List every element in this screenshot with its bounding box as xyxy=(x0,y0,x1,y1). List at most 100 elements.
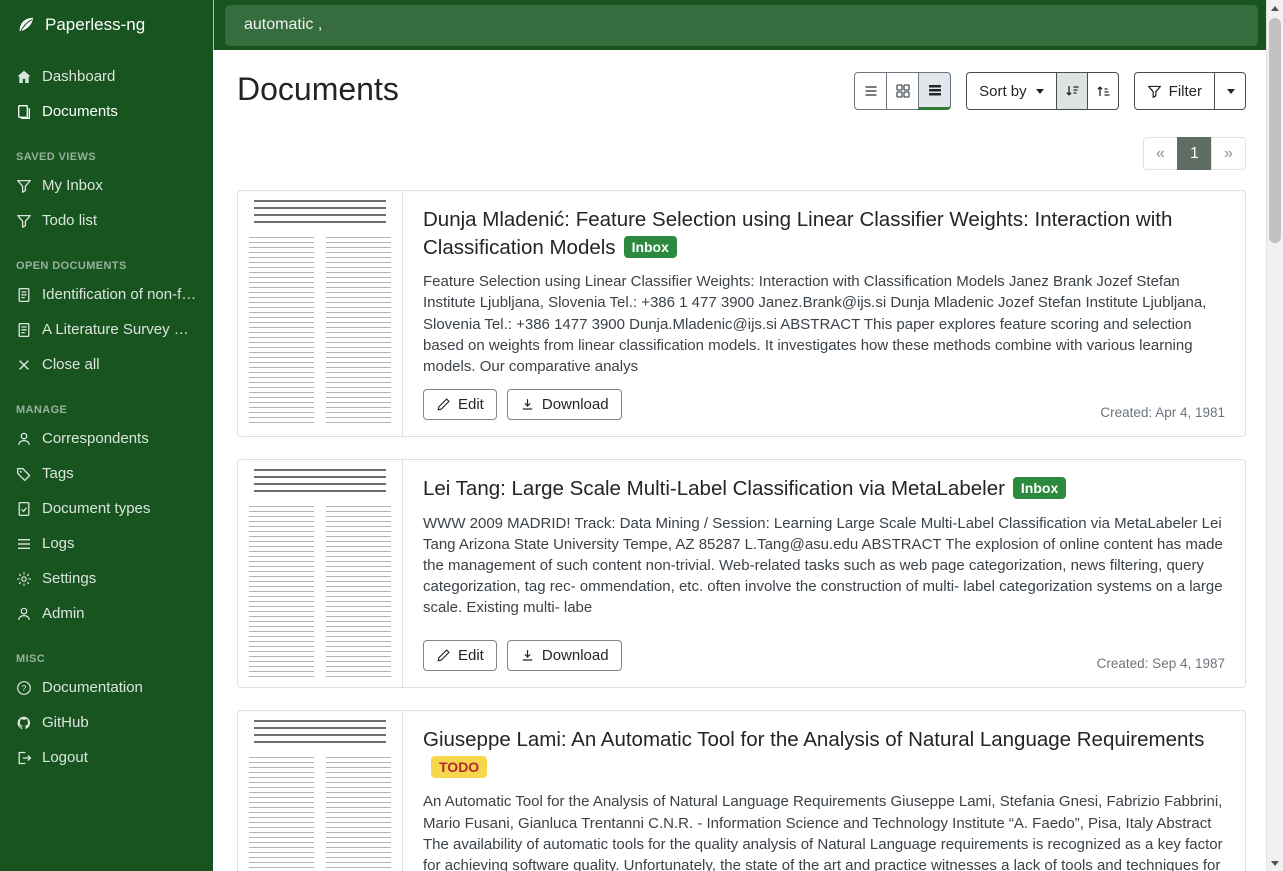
sidebar-item-my-inbox[interactable]: My Inbox xyxy=(0,168,213,203)
sort-by-label: Sort by xyxy=(979,83,1027,100)
document-card-body: Giuseppe Lami: An Automatic Tool for the… xyxy=(403,711,1245,871)
sidebar-item-tags[interactable]: Tags xyxy=(0,456,213,491)
sidebar-item-correspondents[interactable]: Correspondents xyxy=(0,421,213,456)
sidebar-item-label: Identification of non-fu… xyxy=(42,286,197,303)
search-input[interactable] xyxy=(225,5,1258,46)
scroll-up-arrow[interactable] xyxy=(1267,0,1283,16)
download-label: Download xyxy=(542,396,609,413)
sort-descending-button[interactable] xyxy=(1056,72,1088,110)
document-card: Giuseppe Lami: An Automatic Tool for the… xyxy=(237,710,1246,871)
documents-page: Documents xyxy=(213,50,1266,871)
sidebar-item-admin[interactable]: Admin xyxy=(0,596,213,631)
sidebar-item-document-types[interactable]: Document types xyxy=(0,491,213,526)
list-view-icon xyxy=(863,83,879,99)
tag-badge-todo[interactable]: TODO xyxy=(431,756,487,778)
person-icon xyxy=(16,431,32,447)
sidebar-item-documentation[interactable]: ? Documentation xyxy=(0,670,213,705)
document-excerpt: Feature Selection using Linear Classifie… xyxy=(423,271,1225,377)
sidebar-item-logs[interactable]: Logs xyxy=(0,526,213,561)
sort-down-icon xyxy=(1064,83,1080,99)
sidebar-item-dashboard[interactable]: Dashboard xyxy=(0,59,213,94)
download-icon xyxy=(520,648,535,663)
list-view-button[interactable] xyxy=(854,72,887,110)
document-excerpt: WWW 2009 MADRID! Track: Data Mining / Se… xyxy=(423,513,1225,619)
close-icon xyxy=(16,357,32,373)
sidebar-item-github[interactable]: GitHub xyxy=(0,705,213,740)
document-card: Lei Tang: Large Scale Multi-Label Classi… xyxy=(237,459,1246,688)
pagination: « 1 » xyxy=(237,137,1246,170)
sidebar-item-label: Documents xyxy=(42,103,118,120)
download-button[interactable]: Download xyxy=(507,389,622,420)
filter-button[interactable]: Filter xyxy=(1134,72,1215,110)
created-date: Created: Sep 4, 1987 xyxy=(1097,656,1225,671)
sidebar-open-doc-1[interactable]: Identification of non-fu… xyxy=(0,277,213,312)
document-thumbnail[interactable] xyxy=(238,460,403,687)
document-title-link[interactable]: Lei Tang: Large Scale Multi-Label Classi… xyxy=(423,475,1225,503)
question-circle-icon: ? xyxy=(16,680,32,696)
scroll-down-arrow[interactable] xyxy=(1267,855,1283,871)
sidebar-item-logout[interactable]: Logout xyxy=(0,740,213,775)
document-excerpt: An Automatic Tool for the Analysis of Na… xyxy=(423,791,1225,871)
document-title-link[interactable]: Giuseppe Lami: An Automatic Tool for the… xyxy=(423,726,1225,781)
chevron-down-icon xyxy=(1036,89,1044,94)
files-icon xyxy=(16,104,32,120)
document-card-body: Lei Tang: Large Scale Multi-Label Classi… xyxy=(403,460,1245,687)
document-card: Dunja Mladenić: Feature Selection using … xyxy=(237,190,1246,437)
document-list: Dunja Mladenić: Feature Selection using … xyxy=(237,190,1246,871)
pagination-page-1-button[interactable]: 1 xyxy=(1177,137,1212,170)
filter-dropdown-button[interactable] xyxy=(1214,72,1246,110)
pagination-prev-button[interactable]: « xyxy=(1143,137,1178,170)
funnel-icon xyxy=(1147,84,1162,99)
edit-button[interactable]: Edit xyxy=(423,389,497,420)
file-text-icon xyxy=(16,322,32,338)
tag-icon xyxy=(16,466,32,482)
tag-badge-inbox[interactable]: Inbox xyxy=(624,236,677,258)
document-title-link[interactable]: Dunja Mladenić: Feature Selection using … xyxy=(423,206,1225,261)
sidebar-item-documents[interactable]: Documents xyxy=(0,94,213,129)
filter-label: Filter xyxy=(1169,83,1202,100)
created-date: Created: Apr 4, 1981 xyxy=(1100,405,1225,420)
sidebar-item-label: Admin xyxy=(42,605,85,622)
sidebar-item-label: Logout xyxy=(42,749,88,766)
sort-ascending-button[interactable] xyxy=(1087,72,1119,110)
sidebar-item-label: Correspondents xyxy=(42,430,149,447)
grid-view-button[interactable] xyxy=(886,72,919,110)
edit-label: Edit xyxy=(458,396,484,413)
details-view-button[interactable] xyxy=(918,72,951,110)
triangle-down-icon xyxy=(1271,861,1279,866)
github-icon xyxy=(16,715,32,731)
triangle-up-icon xyxy=(1271,6,1279,11)
filter-controls: Filter xyxy=(1134,72,1246,110)
document-actions: Edit Download xyxy=(423,389,622,420)
download-button[interactable]: Download xyxy=(507,640,622,671)
sidebar-item-close-all[interactable]: Close all xyxy=(0,347,213,382)
browser-scrollbar[interactable] xyxy=(1266,0,1283,871)
document-title: Lei Tang: Large Scale Multi-Label Classi… xyxy=(423,477,1005,500)
documents-toolbar: Sort by xyxy=(854,72,1246,110)
sidebar-item-label: Document types xyxy=(42,500,150,517)
app-brand[interactable]: Paperless-ng xyxy=(0,0,213,50)
sidebar-open-doc-2[interactable]: A Literature Survey on … xyxy=(0,312,213,347)
sidebar-item-todo-list[interactable]: Todo list xyxy=(0,203,213,238)
sort-by-button[interactable]: Sort by xyxy=(966,72,1057,110)
global-search xyxy=(213,0,1266,50)
download-label: Download xyxy=(542,647,609,664)
edit-button[interactable]: Edit xyxy=(423,640,497,671)
list-icon xyxy=(16,536,32,552)
document-thumbnail[interactable] xyxy=(238,191,403,436)
app-brand-label: Paperless-ng xyxy=(45,15,145,35)
sidebar-item-label: A Literature Survey on … xyxy=(42,321,197,338)
sidebar-section-misc: MISC xyxy=(16,653,197,665)
sidebar-item-label: Todo list xyxy=(42,212,97,229)
door-exit-icon xyxy=(16,750,32,766)
document-thumbnail[interactable] xyxy=(238,711,403,871)
scrollbar-thumb[interactable] xyxy=(1269,18,1281,243)
tag-badge-inbox[interactable]: Inbox xyxy=(1013,477,1066,499)
document-card-body: Dunja Mladenić: Feature Selection using … xyxy=(403,191,1245,436)
pagination-next-button[interactable]: » xyxy=(1211,137,1246,170)
download-icon xyxy=(520,397,535,412)
sidebar-item-label: GitHub xyxy=(42,714,89,731)
sort-up-icon xyxy=(1095,83,1111,99)
sidebar-item-label: Logs xyxy=(42,535,75,552)
sidebar-item-settings[interactable]: Settings xyxy=(0,561,213,596)
